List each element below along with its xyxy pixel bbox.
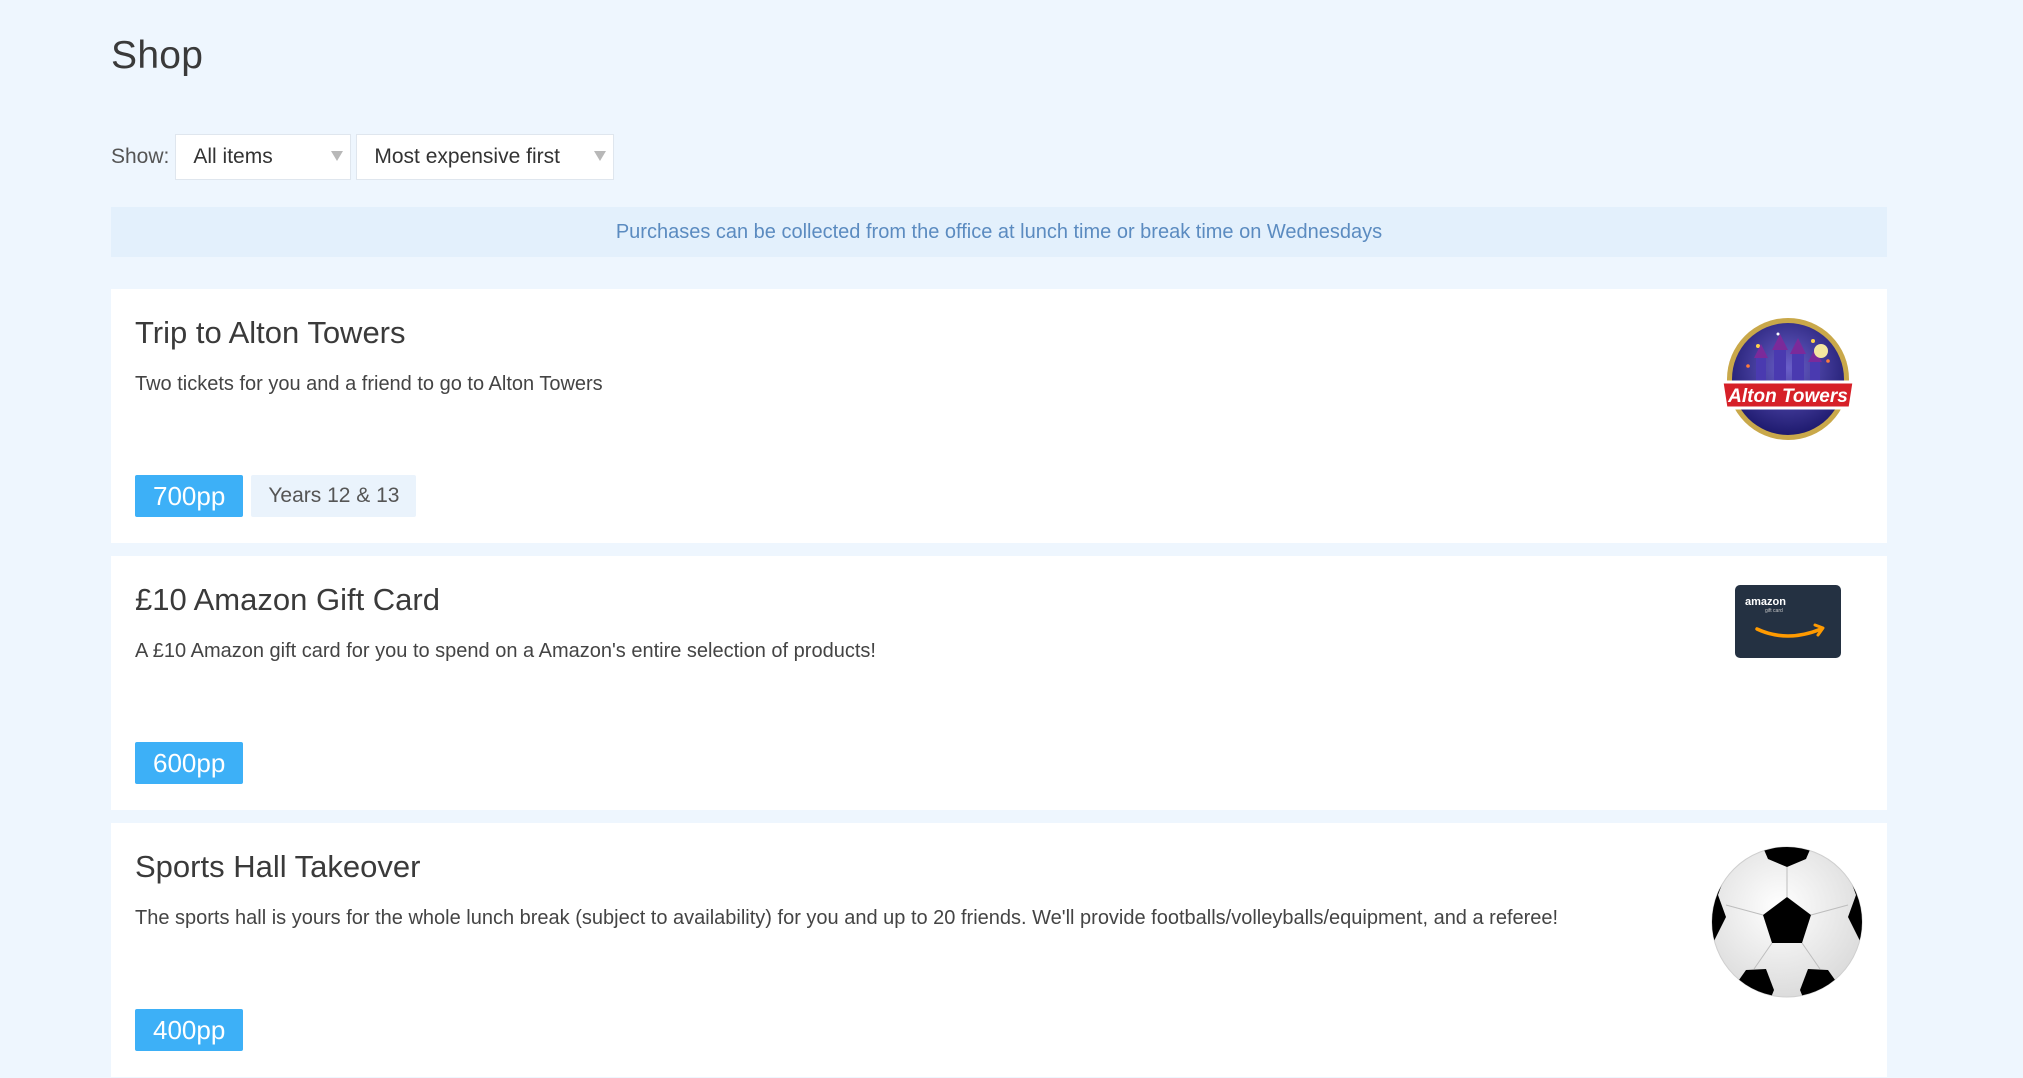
item-description: Two tickets for you and a friend to go t… xyxy=(135,373,603,395)
item-description: The sports hall is yours for the whole l… xyxy=(135,907,1559,929)
shop-item-card[interactable]: £10 Amazon Gift Card A £10 Amazon gift c… xyxy=(111,556,1887,810)
svg-text:gift card: gift card xyxy=(1765,608,1783,614)
shop-item-card[interactable]: Trip to Alton Towers Two tickets for you… xyxy=(111,289,1887,543)
chevron-down-icon xyxy=(594,151,607,161)
filter-bar: Show: All items Most expensive first xyxy=(111,133,619,181)
price-badge: 400pp xyxy=(135,1009,244,1051)
items-filter-value: All items xyxy=(193,145,273,168)
page-title: Shop xyxy=(111,34,204,77)
amazon-gift-card-icon: amazon gift card xyxy=(1735,585,1841,658)
item-title: Sports Hall Takeover xyxy=(135,849,421,884)
shop-item-card[interactable]: Sports Hall Takeover The sports hall is … xyxy=(111,823,1887,1077)
sort-order-value: Most expensive first xyxy=(374,145,560,168)
sort-order-select[interactable]: Most expensive first xyxy=(356,134,615,180)
price-badge: 700pp xyxy=(135,475,244,517)
item-badges: 400pp xyxy=(135,1009,244,1051)
year-group-badge: Years 12 & 13 xyxy=(251,475,417,517)
item-title: Trip to Alton Towers xyxy=(135,315,406,350)
item-badges: 700pp Years 12 & 13 xyxy=(135,475,417,517)
show-label: Show: xyxy=(111,145,170,168)
football-icon xyxy=(1710,845,1864,999)
items-filter-select[interactable]: All items xyxy=(175,134,352,180)
item-title: £10 Amazon Gift Card xyxy=(135,582,440,617)
price-badge: 600pp xyxy=(135,742,244,784)
item-badges: 600pp xyxy=(135,742,244,784)
chevron-down-icon xyxy=(331,151,344,161)
svg-text:amazon: amazon xyxy=(1745,596,1786,608)
item-description: A £10 Amazon gift card for you to spend … xyxy=(135,640,876,662)
svg-text:Alton Towers: Alton Towers xyxy=(1727,386,1848,407)
alton-towers-logo-icon: Alton Towers xyxy=(1718,316,1858,442)
collection-notice: Purchases can be collected from the offi… xyxy=(111,207,1887,257)
